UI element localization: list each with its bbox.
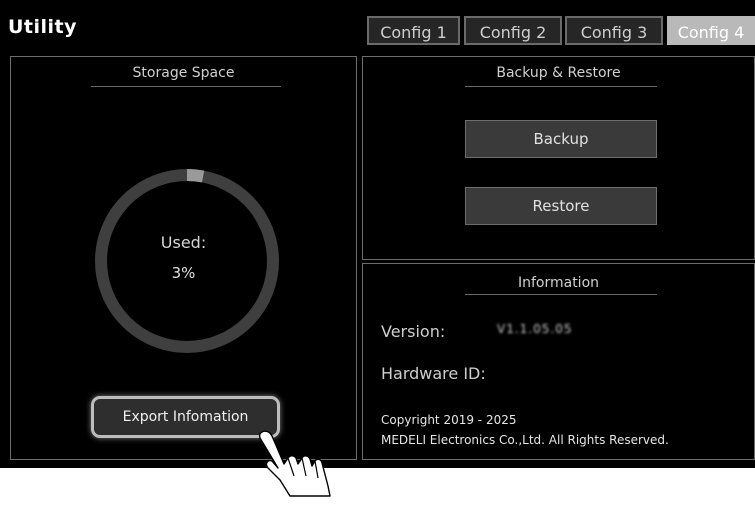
tab-config-4[interactable]: Config 4 [667,16,755,45]
copyright-line-2: MEDELI Electronics Co.,Ltd. All Rights R… [381,433,669,447]
utility-screen: Utility Config 1 Config 2 Config 3 Confi… [0,0,755,468]
storage-panel: Storage Space Used: 3% Export Infomation [10,56,357,460]
page-title: Utility [8,16,78,38]
version-label: Version: [381,322,446,341]
tab-config-3[interactable]: Config 3 [565,16,663,45]
backup-button[interactable]: Backup [465,120,657,158]
storage-title-underline [91,86,281,87]
hand-pointer-icon [258,430,331,497]
backup-panel: Backup & Restore Backup Restore [362,56,755,260]
used-value: 3% [171,264,196,282]
information-panel: Information Version: V1.1.05.05 Hardware… [362,263,755,460]
hardware-id-label: Hardware ID: [381,364,486,383]
storage-ring [95,169,279,353]
export-button-label: Export Infomation [122,409,249,425]
version-value: V1.1.05.05 [497,322,573,336]
tab-config-1[interactable]: Config 1 [367,16,460,45]
information-title-underline [465,294,657,295]
backup-title-underline [465,86,657,87]
storage-title: Storage Space [132,65,235,81]
copyright-line-1: Copyright 2019 - 2025 [381,413,517,427]
information-title: Information [517,275,600,291]
tab-config-2[interactable]: Config 2 [464,16,562,45]
restore-button[interactable]: Restore [465,187,657,225]
backup-title: Backup & Restore [496,65,621,81]
storage-ring-track [95,169,279,353]
used-label: Used: [160,233,207,252]
